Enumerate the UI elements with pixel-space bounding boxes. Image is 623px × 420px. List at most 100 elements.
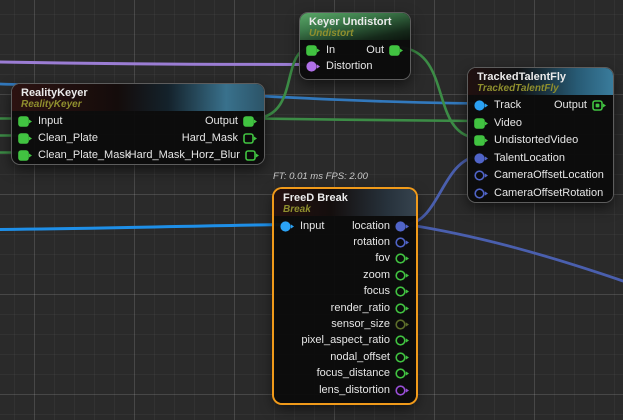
- node-body: Input location rotation fov zoom focus render_…: [274, 216, 416, 401]
- input-port-group: Video: [474, 118, 522, 129]
- input-port-group: Input: [18, 116, 62, 127]
- input-port-group: CameraOffsetRotation: [474, 188, 603, 199]
- port-row: render_ratio: [274, 300, 416, 316]
- port-video-filled[interactable]: [474, 118, 489, 129]
- node-subtitle: TrackedTalentFly: [477, 83, 604, 94]
- node-keyer-undistort[interactable]: Keyer UndistortUndistort InOut Distortion: [300, 13, 410, 79]
- port-row: TalentLocation: [468, 150, 613, 168]
- port-cameraoffsetrotation-hollow[interactable]: [474, 188, 489, 199]
- node-freed-break[interactable]: FreeD BreakBreak Input location rotation fov…: [274, 189, 416, 403]
- port-label: rotation: [353, 237, 390, 248]
- node-body: Input Output Clean_Plate Hard_Mask Clean_Pla…: [12, 111, 264, 164]
- port-row: zoom: [274, 267, 416, 283]
- port-label: Output: [205, 116, 238, 127]
- input-port-group: Clean_Plate: [18, 133, 98, 144]
- port-hard-mask-hollow[interactable]: [243, 133, 258, 144]
- port-focus-distance-hollow[interactable]: [395, 368, 410, 379]
- wire-undistort-out-video[interactable]: [402, 48, 476, 139]
- port-input-filled[interactable]: [18, 116, 33, 127]
- port-label: pixel_aspect_ratio: [301, 335, 390, 346]
- node-body: Track Output Video UndistortedVideo TalentLo…: [468, 95, 613, 202]
- port-clean-plate-filled[interactable]: [18, 133, 33, 144]
- port-hard-mask-horz-blur-hollow[interactable]: [245, 150, 260, 161]
- wire-output-video[interactable]: [256, 119, 476, 122]
- wire-distortion-in[interactable]: [0, 62, 312, 65]
- port-input-filled[interactable]: [280, 221, 295, 232]
- output-port-group: lens_distortion: [319, 385, 410, 396]
- port-label: location: [352, 221, 390, 232]
- port-zoom-hollow[interactable]: [395, 270, 410, 281]
- input-port-group: Distortion: [306, 61, 372, 72]
- port-label: focus: [364, 286, 390, 297]
- node-body: InOut Distortion: [300, 40, 410, 78]
- port-row: InOut: [300, 42, 410, 59]
- port-row: sensor_size: [274, 316, 416, 332]
- output-port-group: focus: [364, 286, 410, 297]
- output-port-group: fov: [375, 253, 410, 264]
- port-output-hollow[interactable]: [592, 100, 607, 111]
- port-lens-distortion-hollow[interactable]: [395, 385, 410, 396]
- port-row: Input Output: [12, 113, 264, 130]
- port-row: Distortion: [300, 59, 410, 76]
- wire-location-offscreen[interactable]: [407, 225, 623, 282]
- node-graph-canvas[interactable]: Keyer UndistortUndistort InOut Distortion R…: [0, 0, 623, 420]
- input-port-group: In: [306, 45, 335, 56]
- port-label: TalentLocation: [494, 153, 565, 164]
- port-rotation-hollow[interactable]: [395, 237, 410, 248]
- port-clean-plate-mask-filled[interactable]: [18, 150, 33, 161]
- port-label: In: [326, 45, 335, 56]
- port-render-ratio-hollow[interactable]: [395, 303, 410, 314]
- performance-overlay: FT: 0.01 ms FPS: 2.00: [273, 171, 368, 182]
- port-location-filled[interactable]: [395, 221, 410, 232]
- port-pixel-aspect-ratio-hollow[interactable]: [395, 335, 410, 346]
- port-track-filled[interactable]: [474, 100, 489, 111]
- output-port-group: rotation: [353, 237, 410, 248]
- node-subtitle: Undistort: [309, 28, 401, 39]
- port-row: Video: [468, 115, 613, 133]
- port-focus-hollow[interactable]: [395, 286, 410, 297]
- port-distortion-filled[interactable]: [306, 61, 321, 72]
- port-output-filled[interactable]: [243, 116, 258, 127]
- port-label: Hard_Mask_Horz_Blur: [129, 150, 240, 161]
- port-label: Input: [300, 221, 324, 232]
- port-undistortedvideo-filled[interactable]: [474, 135, 489, 146]
- port-row: rotation: [274, 234, 416, 250]
- port-label: Hard_Mask: [182, 133, 238, 144]
- port-row: nodal_offset: [274, 349, 416, 365]
- output-port-group: Hard_Mask: [182, 133, 258, 144]
- node-header-keyer-undistort[interactable]: Keyer UndistortUndistort: [300, 13, 410, 40]
- port-nodal-offset-hollow[interactable]: [395, 352, 410, 363]
- port-label: CameraOffsetLocation: [494, 170, 604, 181]
- input-port-group: Input: [280, 221, 324, 232]
- node-header-realitykeyer[interactable]: RealityKeyerRealityKeyer: [12, 84, 264, 111]
- port-sensor-size-hollow[interactable]: [395, 319, 410, 330]
- node-realitykeyer[interactable]: RealityKeyerRealityKeyer Input Output Clean…: [12, 84, 264, 164]
- output-port-group: sensor_size: [331, 319, 410, 330]
- input-port-group: Track: [474, 100, 521, 111]
- port-row: UndistortedVideo: [468, 132, 613, 150]
- port-fov-hollow[interactable]: [395, 253, 410, 264]
- port-row: pixel_aspect_ratio: [274, 333, 416, 349]
- port-talentlocation-filled[interactable]: [474, 153, 489, 164]
- node-header-trackedtalentfly[interactable]: TrackedTalentFlyTrackedTalentFly: [468, 68, 613, 95]
- port-label: sensor_size: [331, 319, 390, 330]
- port-cameraoffsetlocation-hollow[interactable]: [474, 170, 489, 181]
- node-header-freed-break[interactable]: FreeD BreakBreak: [274, 189, 416, 216]
- port-label: UndistortedVideo: [494, 135, 578, 146]
- port-row: CameraOffsetLocation: [468, 167, 613, 185]
- output-port-group: pixel_aspect_ratio: [301, 335, 410, 346]
- node-trackedtalentfly[interactable]: TrackedTalentFlyTrackedTalentFly Track Out…: [468, 68, 613, 202]
- port-row: lens_distortion: [274, 382, 416, 398]
- node-subtitle: Break: [283, 204, 407, 215]
- node-title: TrackedTalentFly: [477, 71, 604, 83]
- port-row: Input location: [274, 218, 416, 234]
- port-row: fov: [274, 251, 416, 267]
- port-label: zoom: [363, 270, 390, 281]
- port-label: Output: [554, 100, 587, 111]
- port-out-filled[interactable]: [389, 45, 404, 56]
- output-port-group: Hard_Mask_Horz_Blur: [129, 150, 258, 161]
- output-port-group: nodal_offset: [330, 352, 410, 363]
- port-in-filled[interactable]: [306, 45, 321, 56]
- wire-freed-input[interactable]: [0, 225, 286, 230]
- port-row: Clean_Plate_MaskHard_Mask_Horz_Blur: [12, 147, 264, 164]
